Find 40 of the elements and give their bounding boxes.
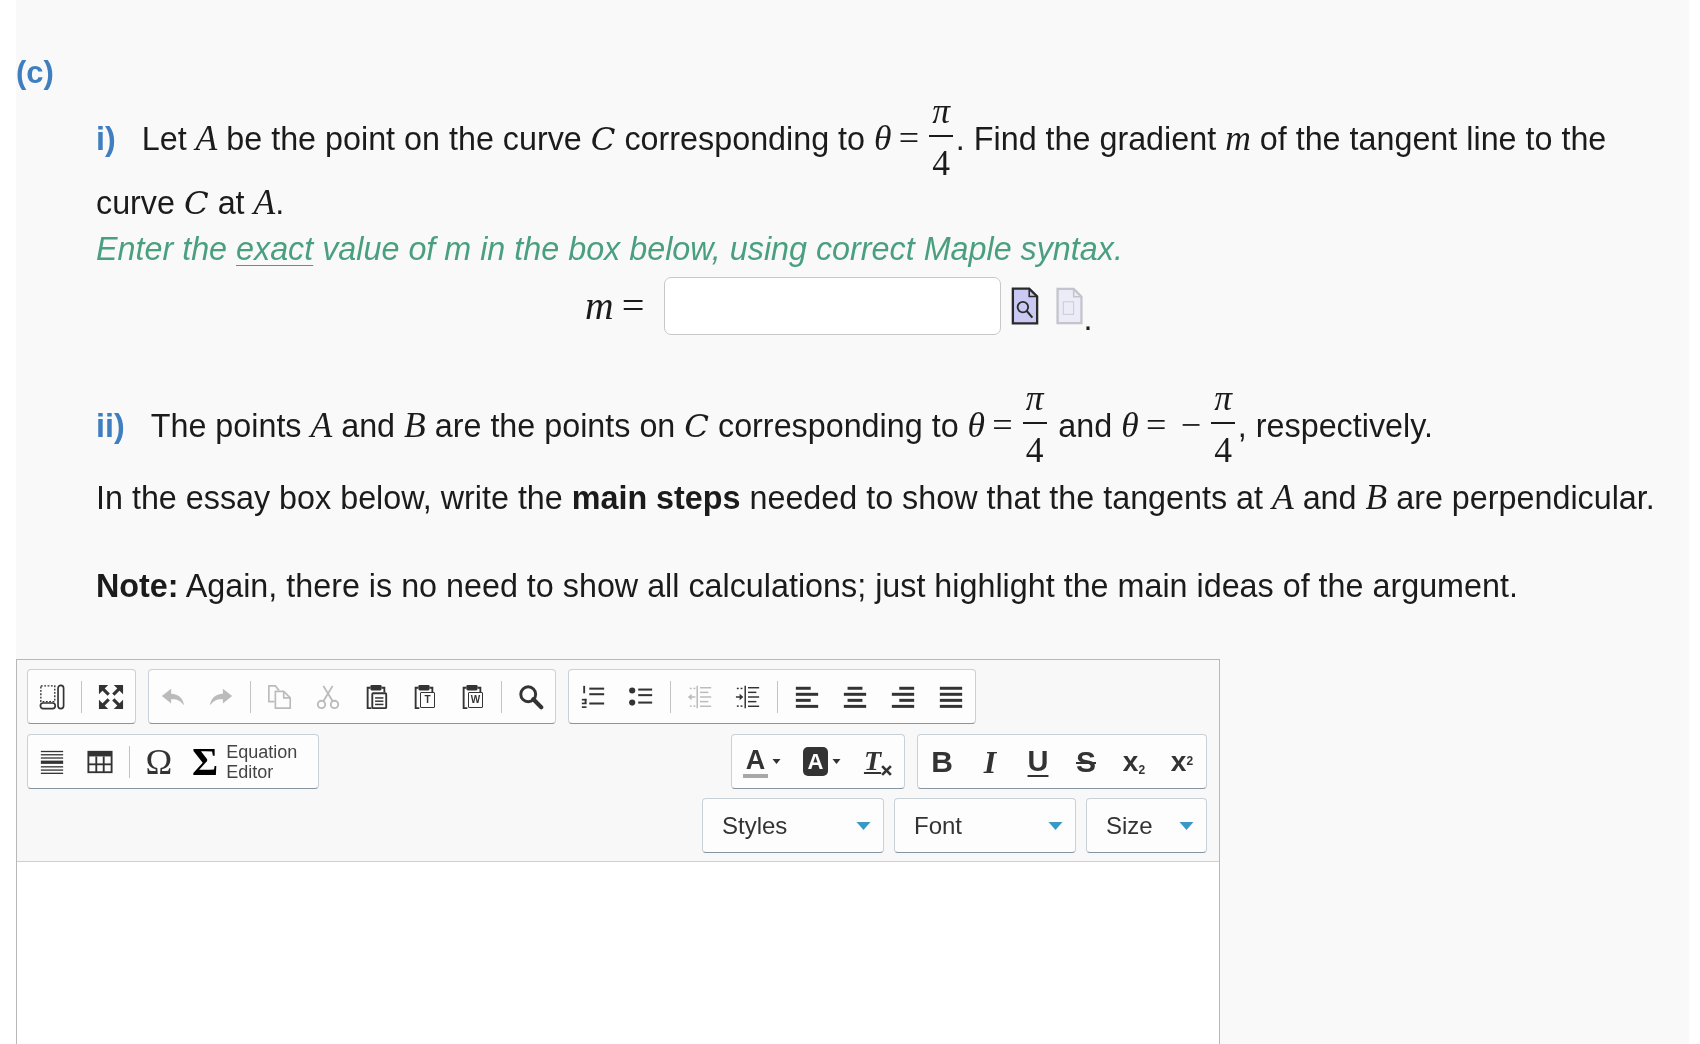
toolbar-dropdown[interactable]: Styles xyxy=(702,798,884,854)
answer-suffix: . xyxy=(1083,301,1093,338)
answer-field[interactable] xyxy=(664,277,1002,336)
paste-word-button[interactable]: W xyxy=(448,670,496,724)
text-color-button[interactable]: A xyxy=(732,735,792,789)
note-text: Note: Again, there is no need to show all calculations; just highlight the main ideas of the argument. xyxy=(96,567,1519,607)
scissors-icon xyxy=(315,683,341,710)
answer-label: m = xyxy=(585,285,646,327)
toolbar-dropdown[interactable]: Font xyxy=(894,798,1076,854)
numbered-list-icon xyxy=(580,683,606,710)
caret-down-icon xyxy=(772,759,782,765)
outdent-icon xyxy=(687,683,713,710)
expand-arrows-icon xyxy=(98,683,124,710)
caret-down-icon xyxy=(856,821,871,830)
underline-button[interactable]: U xyxy=(1014,735,1062,789)
question-text: In the essay box below, write the main steps needed to show that the tangents at A and B are perpendicular. xyxy=(96,476,1656,520)
copy-pages-icon xyxy=(267,683,293,710)
cross-icon xyxy=(881,765,893,777)
italic-button[interactable]: I xyxy=(966,735,1014,789)
bold-button[interactable]: B xyxy=(918,735,966,789)
background-color-button[interactable]: A xyxy=(792,735,852,789)
subscript-button[interactable]: x$_{2}$ xyxy=(1110,735,1158,789)
strikethrough-button[interactable]: S xyxy=(1062,735,1110,789)
essay-field[interactable] xyxy=(17,862,1219,1044)
superscript-button[interactable]: x$^{2}$ xyxy=(1158,735,1206,789)
caret-down-icon xyxy=(832,759,842,765)
search-icon xyxy=(518,683,544,710)
caret-down-icon xyxy=(1179,821,1194,830)
paste-text-button[interactable]: T xyxy=(400,670,448,724)
table-icon xyxy=(87,748,113,775)
remove-format-button[interactable]: T xyxy=(852,735,904,789)
document-magnifier-icon[interactable] xyxy=(1011,287,1040,326)
dotted-frame-icon xyxy=(39,683,65,710)
toolbar-dropdown[interactable]: Size xyxy=(1086,798,1207,854)
horizontal-rule-icon xyxy=(39,748,65,775)
special-character-button[interactable]: Ω xyxy=(135,735,183,789)
caret-down-icon xyxy=(1048,821,1063,830)
instruction-text: Enter the exact value of m in the box below, using correct Maple syntax. xyxy=(96,230,1124,270)
part-label: (c) xyxy=(16,55,54,90)
indent-icon xyxy=(735,683,761,710)
